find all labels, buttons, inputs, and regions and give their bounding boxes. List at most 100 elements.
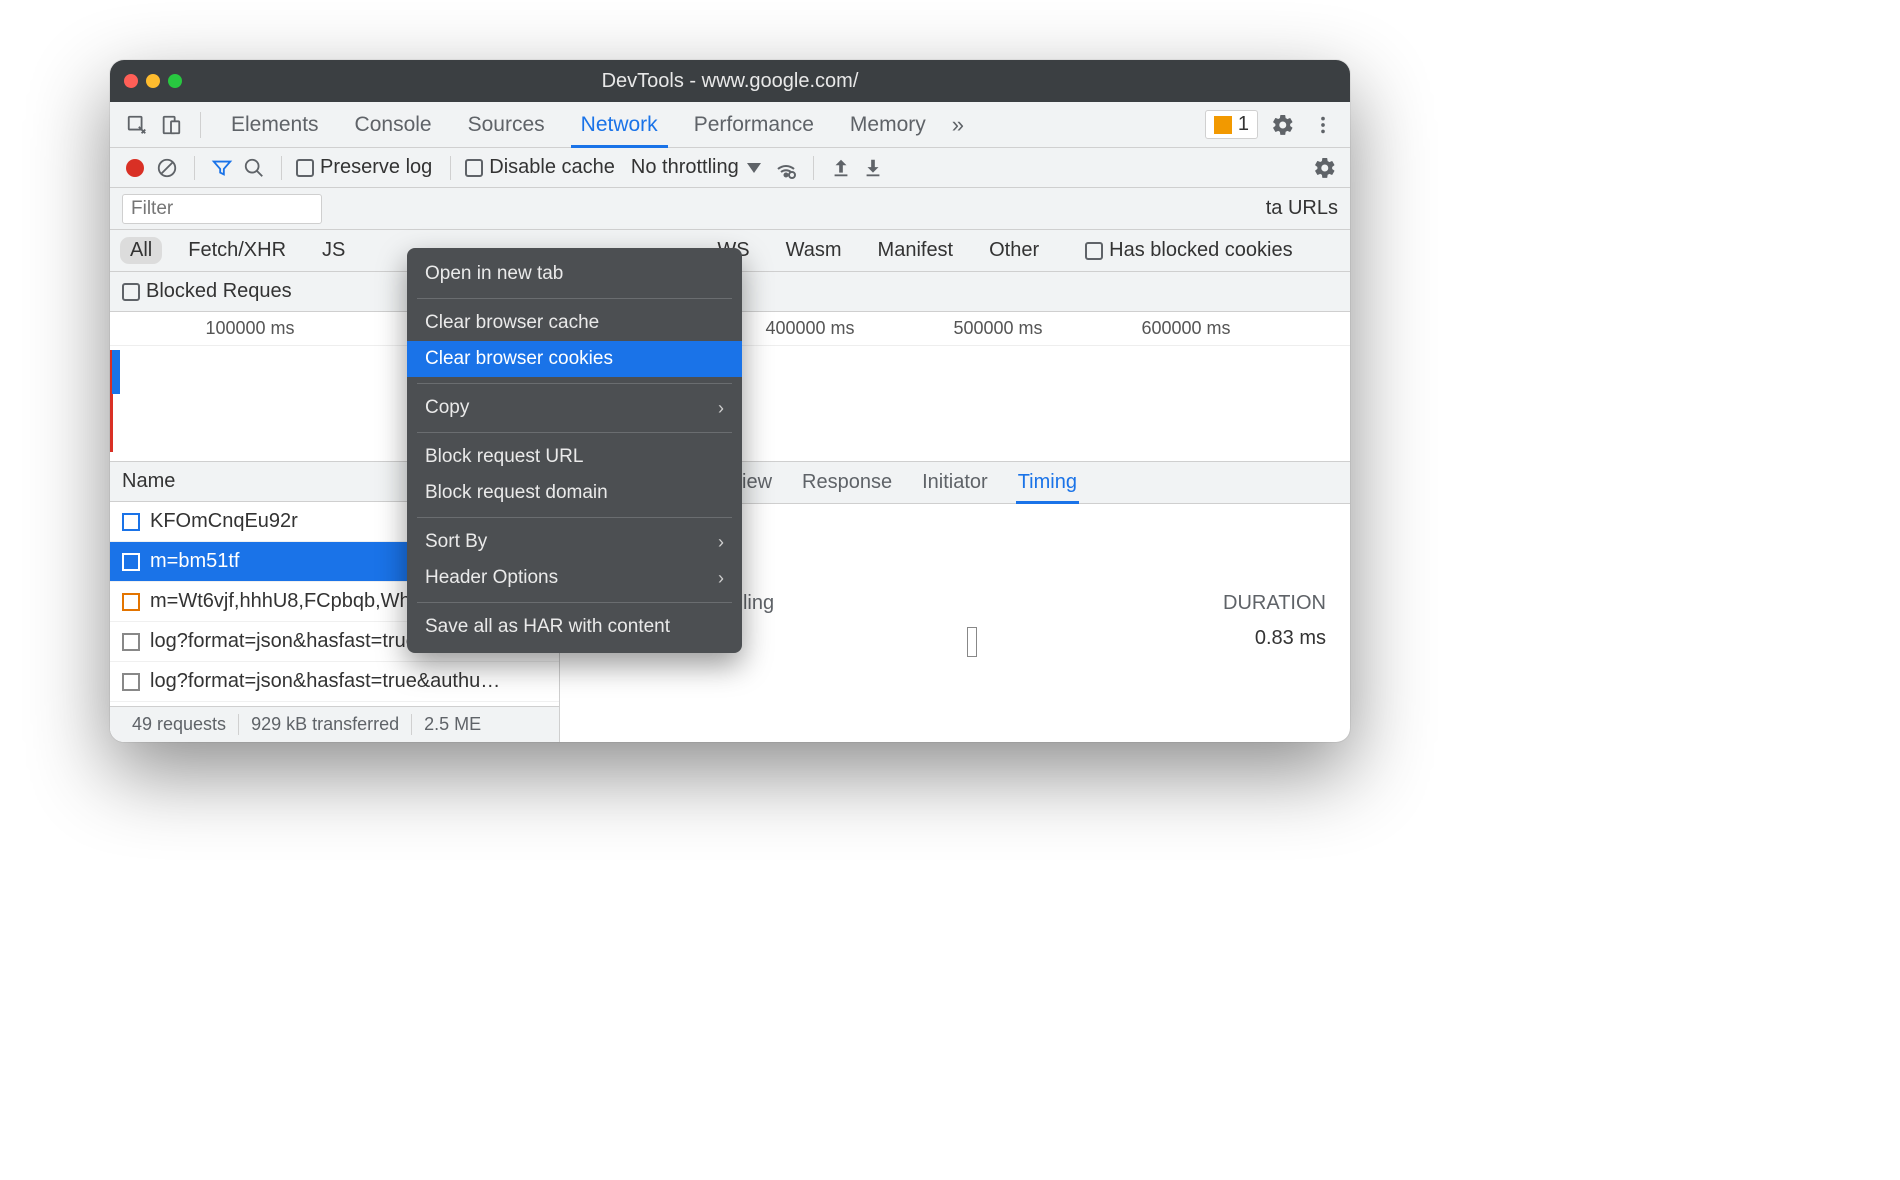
detail-tab-response[interactable]: Response xyxy=(802,462,892,503)
status-requests: 49 requests xyxy=(120,714,239,735)
tab-performance[interactable]: Performance xyxy=(678,102,830,147)
file-icon xyxy=(122,553,140,571)
more-tabs-icon[interactable]: » xyxy=(946,112,970,138)
has-blocked-cookies-checkbox[interactable]: Has blocked cookies xyxy=(1085,239,1292,262)
chevron-right-icon: › xyxy=(718,398,724,419)
file-icon xyxy=(122,593,140,611)
cm-separator xyxy=(417,298,732,299)
issues-count: 1 xyxy=(1238,113,1249,136)
close-window-button[interactable] xyxy=(124,74,138,88)
cm-open-new-tab[interactable]: Open in new tab xyxy=(407,256,742,292)
detail-tab-timing[interactable]: Timing xyxy=(1018,462,1077,503)
issues-badge[interactable]: 1 xyxy=(1205,110,1258,139)
request-name: m=Wt6vjf,hhhU8,FCpbqb,WhJNk xyxy=(150,590,445,613)
chevron-down-icon xyxy=(747,163,761,173)
cm-header-options[interactable]: Header Options› xyxy=(407,560,742,596)
tab-label: Performance xyxy=(694,113,814,137)
tab-elements[interactable]: Elements xyxy=(215,102,335,147)
checkbox-icon xyxy=(465,159,483,177)
maximize-window-button[interactable] xyxy=(168,74,182,88)
cm-clear-browser-cache[interactable]: Clear browser cache xyxy=(407,305,742,341)
cm-label: Copy xyxy=(425,397,469,419)
cm-label: Block request domain xyxy=(425,482,608,504)
filter-row: ta URLs xyxy=(110,188,1350,230)
queueing-duration: 0.83 ms xyxy=(1255,627,1326,657)
device-toolbar-icon[interactable] xyxy=(156,110,186,140)
main-tabstrip: Elements Console Sources Network Perform… xyxy=(110,102,1350,148)
cm-save-all-har[interactable]: Save all as HAR with content xyxy=(407,609,742,645)
type-chip-wasm[interactable]: Wasm xyxy=(776,237,852,264)
preserve-log-checkbox[interactable]: Preserve log xyxy=(296,156,432,179)
preserve-log-label: Preserve log xyxy=(320,156,432,179)
status-resources: 2.5 ME xyxy=(412,714,493,735)
inspect-element-icon[interactable] xyxy=(122,110,152,140)
cm-clear-browser-cookies[interactable]: Clear browser cookies xyxy=(407,341,742,377)
tab-memory[interactable]: Memory xyxy=(834,102,942,147)
cm-label: Open in new tab xyxy=(425,263,563,285)
devtools-window: DevTools - www.google.com/ Elements Cons… xyxy=(110,60,1350,742)
name-header-label: Name xyxy=(122,470,175,493)
request-row[interactable]: log?format=json&hasfast=true&authu… xyxy=(110,662,559,702)
network-settings-gear-icon[interactable] xyxy=(1312,155,1338,181)
type-chip-js[interactable]: JS xyxy=(312,237,355,264)
cm-label: Clear browser cache xyxy=(425,312,599,334)
cm-sort-by[interactable]: Sort By› xyxy=(407,524,742,560)
context-menu: Open in new tab Clear browser cache Clea… xyxy=(407,248,742,653)
download-har-icon[interactable] xyxy=(860,155,886,181)
timeline-selection[interactable] xyxy=(112,350,120,394)
network-toolbar: Preserve log Disable cache No throttling xyxy=(110,148,1350,188)
request-name: KFOmCnqEu92r xyxy=(150,510,298,533)
traffic-lights xyxy=(124,74,182,88)
timeline-tick: 500000 ms xyxy=(953,318,1042,339)
cm-block-request-domain[interactable]: Block request domain xyxy=(407,475,742,511)
cm-separator xyxy=(417,432,732,433)
blocked-requests-checkbox[interactable]: Blocked Reques xyxy=(122,280,292,303)
request-name: m=bm51tf xyxy=(150,550,239,573)
duration-header: DURATION xyxy=(1223,592,1326,615)
hide-data-urls-partial: ta URLs xyxy=(1266,197,1338,220)
upload-har-icon[interactable] xyxy=(828,155,854,181)
timeline-tick: 100000 ms xyxy=(205,318,294,339)
tab-label: Memory xyxy=(850,113,926,137)
detail-tab-initiator[interactable]: Initiator xyxy=(922,462,988,503)
file-icon xyxy=(122,513,140,531)
cm-separator xyxy=(417,383,732,384)
minimize-window-button[interactable] xyxy=(146,74,160,88)
tab-sources[interactable]: Sources xyxy=(452,102,561,147)
chevron-right-icon: › xyxy=(718,532,724,553)
search-icon[interactable] xyxy=(241,155,267,181)
file-icon xyxy=(122,673,140,691)
network-conditions-icon[interactable] xyxy=(773,155,799,181)
type-chip-manifest[interactable]: Manifest xyxy=(868,237,964,264)
cm-copy[interactable]: Copy › xyxy=(407,390,742,426)
type-chip-other[interactable]: Other xyxy=(979,237,1049,264)
tab-label: Sources xyxy=(468,113,545,137)
filter-toggle-icon[interactable] xyxy=(209,155,235,181)
status-transferred: 929 kB transferred xyxy=(239,714,412,735)
cm-label: Header Options xyxy=(425,567,558,589)
kebab-menu-icon[interactable] xyxy=(1308,110,1338,140)
tab-label: Elements xyxy=(231,113,319,137)
tab-network[interactable]: Network xyxy=(565,102,674,147)
clear-button[interactable] xyxy=(154,155,180,181)
file-icon xyxy=(122,633,140,651)
timeline-tick: 400000 ms xyxy=(765,318,854,339)
throttling-value: No throttling xyxy=(631,156,739,179)
checkbox-icon xyxy=(296,159,314,177)
titlebar: DevTools - www.google.com/ xyxy=(110,60,1350,102)
tab-console[interactable]: Console xyxy=(339,102,448,147)
cm-label: Block request URL xyxy=(425,446,583,468)
cm-separator xyxy=(417,602,732,603)
disable-cache-checkbox[interactable]: Disable cache xyxy=(465,156,615,179)
checkbox-icon xyxy=(1085,242,1103,260)
record-button[interactable] xyxy=(122,155,148,181)
settings-gear-icon[interactable] xyxy=(1268,110,1298,140)
cm-block-request-url[interactable]: Block request URL xyxy=(407,439,742,475)
cm-label: Clear browser cookies xyxy=(425,348,613,370)
blocked-requests-label: Blocked Reques xyxy=(146,280,292,303)
throttling-dropdown[interactable]: No throttling xyxy=(625,156,767,179)
type-chip-fetch-xhr[interactable]: Fetch/XHR xyxy=(178,237,296,264)
type-chip-all[interactable]: All xyxy=(120,237,162,264)
filter-input[interactable] xyxy=(122,194,322,224)
cm-separator xyxy=(417,517,732,518)
